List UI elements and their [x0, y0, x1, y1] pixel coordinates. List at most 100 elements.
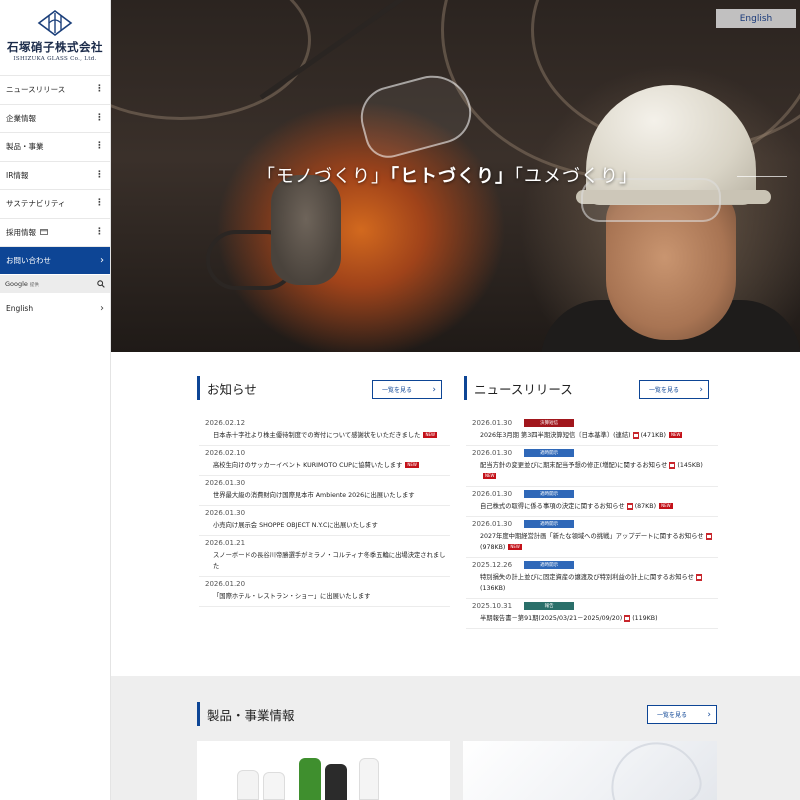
list-item[interactable]: 2026.01.21 スノーボードの長谷川帝勝選手がミラノ・コルティナ冬季五輪に… — [199, 536, 450, 578]
news-date: 2025.10.31 — [472, 602, 513, 611]
file-size: (87KB) — [634, 503, 657, 511]
sidebar-item-label: 企業情報 — [6, 113, 36, 123]
sidebar-item-news-release[interactable]: ニュースリリース ⋮ — [0, 76, 110, 105]
list-item[interactable]: 2025.12.26 適時開示 特別損失の計上並びに固定資産の譲渡及び特別利益の計… — [466, 558, 718, 600]
sidebar-item-company[interactable]: 企業情報 ⋮ — [0, 105, 110, 133]
more-label: 一覧を見る — [382, 387, 413, 394]
notices-title: お知らせ — [197, 376, 257, 400]
sidebar-item-label: ニュースリリース — [6, 85, 66, 95]
chevron-right-icon: › — [707, 709, 711, 720]
list-item[interactable]: 2026.01.20 「国際ホテル・レストラン・ショー」に出展いたします — [199, 577, 450, 608]
sidebar-item-contact[interactable]: お問い合わせ › — [0, 247, 110, 274]
news-title[interactable]: 世界最大級の消費財向け国際見本市 Ambiente 2026に出展いたします — [213, 492, 415, 499]
news-title[interactable]: 2027年度中期経営計画「新たな領域への挑戦」アップデートに関するお知らせ — [480, 533, 704, 540]
search-icon[interactable] — [97, 280, 105, 288]
category-badge: 適時開示 — [524, 561, 575, 570]
bottle-image — [325, 764, 347, 800]
list-item[interactable]: 2026.01.30 世界最大級の消費財向け国際見本市 Ambiente 202… — [199, 476, 450, 507]
sidebar-item-sustainability[interactable]: サステナビリティ ⋮ — [0, 190, 110, 219]
news-date: 2026.01.30 — [205, 509, 246, 518]
list-item[interactable]: 2026.01.30 適時開示 2027年度中期経営計画「新たな領域への挑戦」アッ… — [466, 517, 718, 559]
product-card-glassware[interactable] — [463, 729, 717, 800]
category-badge: 適時開示 — [524, 449, 575, 458]
file-size: (145KB) — [677, 462, 703, 470]
news-title[interactable]: 自己株式の取得に係る事項の決定に関するお知らせ — [480, 503, 625, 510]
more-vertical-icon: ⋮ — [95, 84, 104, 95]
pdf-icon — [669, 461, 676, 469]
sidebar-item-label: IR情報 — [6, 170, 29, 180]
sidebar-item-products[interactable]: 製品・事業 ⋮ — [0, 133, 110, 162]
notices-list: 2026.02.12 日本赤十字社より株主優待制度での寄付について感謝状をいただ… — [199, 416, 450, 608]
news-title[interactable]: 「国際ホテル・レストラン・ショー」に出展いたします — [213, 593, 370, 600]
bottle-image — [263, 772, 285, 800]
section-title: ニュースリリース — [474, 381, 573, 397]
more-vertical-icon: ⋮ — [95, 198, 104, 209]
section-title: お知らせ — [207, 381, 257, 397]
news-date: 2026.01.20 — [205, 580, 246, 589]
news-title[interactable]: スノーボードの長谷川帝勝選手がミラノ・コルティナ冬季五輪に出場決定されました — [213, 552, 445, 570]
sidebar-item-ir[interactable]: IR情報 ⋮ — [0, 162, 110, 190]
sidebar-item-label: 採用情報 — [6, 227, 36, 237]
pdf-icon — [705, 532, 712, 540]
hero-banner: 「モノづくり」「ヒトづくり」「ユメづくり」 English — [111, 0, 800, 352]
section-title: 製品・事業情報 — [207, 707, 295, 723]
sidebar-item-english[interactable]: English › — [0, 294, 110, 322]
glass-image — [598, 729, 708, 800]
list-item[interactable]: 2026.02.12 日本赤十字社より株主優待制度での寄付について感謝状をいただ… — [199, 416, 450, 447]
bottle-image — [359, 758, 379, 800]
sidebar-item-recruit[interactable]: 採用情報 ⋮ — [0, 219, 110, 247]
news-title[interactable]: 日本赤十字社より株主優待制度での寄付について感謝状をいただきました — [213, 432, 420, 439]
sidebar-item-label: お問い合わせ — [6, 256, 51, 265]
products-section: 製品・事業情報 一覧を見る › — [111, 676, 800, 800]
file-size: (136KB) — [480, 585, 506, 593]
news-date: 2026.01.30 — [205, 479, 246, 488]
releases-list: 2026.01.30 決算短信 2026年3月期 第3四半期決算短信〔日本基準〕(… — [466, 416, 718, 630]
sidebar-item-label: English — [6, 303, 34, 313]
hero-glove — [271, 175, 341, 285]
new-badge: NEW — [423, 432, 437, 438]
more-label: 一覧を見る — [657, 712, 688, 719]
chevron-right-icon: › — [100, 255, 104, 266]
products-title: 製品・事業情報 — [197, 702, 295, 726]
company-name-ja: 石塚硝子株式会社 — [7, 40, 103, 54]
news-date: 2026.02.12 — [205, 419, 246, 427]
category-badge: 適時開示 — [524, 520, 575, 529]
releases-title: ニュースリリース — [464, 376, 573, 400]
list-item[interactable]: 2025.10.31 報告 半期報告書－第91期(2025/03/21－2025/… — [466, 599, 718, 630]
more-vertical-icon: ⋮ — [95, 226, 104, 237]
bottle-image — [299, 758, 321, 800]
more-vertical-icon: ⋮ — [95, 141, 104, 152]
company-name-en: ISHIZUKA GLASS Co., Ltd. — [13, 56, 97, 62]
google-provided-label: 提供 — [29, 283, 39, 288]
news-title[interactable]: 高校生向けのサッカーイベント KURIMOTO CUPに協賛いたします — [213, 462, 402, 469]
news-date: 2026.01.30 — [472, 449, 513, 458]
file-size: (978KB) — [480, 544, 506, 552]
external-window-icon — [40, 229, 48, 236]
hero-tagline: 「モノづくり」「ヒトづくり」「ユメづくり」 — [257, 162, 638, 188]
list-item[interactable]: 2026.01.30 適時開示 配当方針の変更並びに期末配当予想の修正(増配)に関… — [466, 446, 718, 488]
news-title[interactable]: 配当方針の変更並びに期末配当予想の修正(増配)に関するお知らせ — [480, 462, 667, 469]
sidebar-item-label: サステナビリティ — [6, 199, 66, 209]
news-title[interactable]: 半期報告書－第91期(2025/03/21－2025/09/20) — [480, 615, 622, 622]
company-logo[interactable]: 石塚硝子株式会社 ISHIZUKA GLASS Co., Ltd. — [0, 0, 110, 76]
background-pipe — [111, 0, 311, 120]
news-title[interactable]: 2026年3月期 第3四半期決算短信〔日本基準〕(連結) — [480, 432, 631, 439]
news-title[interactable]: 小売向け展示会 SHOPPE OBJECT N.Y.Cに出展いたします — [213, 522, 378, 529]
releases-more-button[interactable]: 一覧を見る › — [639, 380, 709, 399]
list-item[interactable]: 2026.01.30 小売向け展示会 SHOPPE OBJECT N.Y.Cに出… — [199, 506, 450, 537]
hero-tagline-3: 「ユメづくり」 — [514, 166, 638, 187]
news-title[interactable]: 特別損失の計上並びに固定資産の譲渡及び特別利益の計上に関するお知らせ — [480, 574, 694, 581]
hero-divider — [737, 176, 787, 177]
notices-more-button[interactable]: 一覧を見る › — [372, 380, 442, 399]
list-item[interactable]: 2026.01.30 決算短信 2026年3月期 第3四半期決算短信〔日本基準〕(… — [466, 416, 718, 447]
products-more-button[interactable]: 一覧を見る › — [647, 705, 717, 724]
logo-mark-icon — [37, 10, 73, 36]
english-button[interactable]: English — [716, 9, 796, 28]
pdf-icon — [632, 431, 639, 439]
site-search-input[interactable]: Google 提供 — [0, 275, 110, 293]
list-item[interactable]: 2026.02.10 高校生向けのサッカーイベント KURIMOTO CUPに協… — [199, 446, 450, 477]
chevron-right-icon: › — [699, 384, 703, 395]
product-card-bottles[interactable] — [197, 741, 450, 800]
list-item[interactable]: 2026.01.30 適時開示 自己株式の取得に係る事項の決定に関するお知らせ (8… — [466, 487, 718, 518]
new-badge: NEW — [508, 544, 522, 551]
